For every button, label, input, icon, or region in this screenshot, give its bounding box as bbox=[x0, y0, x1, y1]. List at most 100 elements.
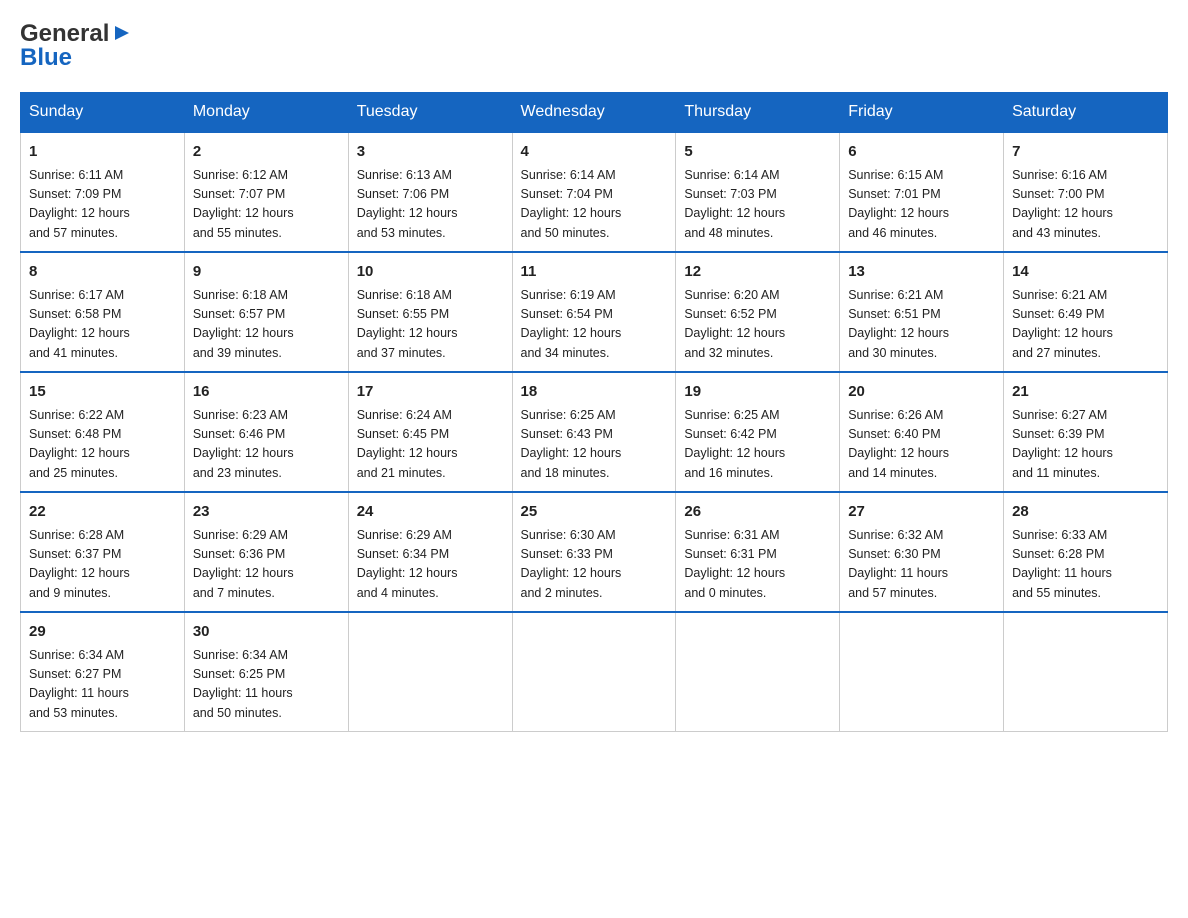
calendar-cell: 20Sunrise: 6:26 AMSunset: 6:40 PMDayligh… bbox=[840, 372, 1004, 492]
calendar-cell: 25Sunrise: 6:30 AMSunset: 6:33 PMDayligh… bbox=[512, 492, 676, 612]
calendar-cell bbox=[676, 612, 840, 732]
day-number: 3 bbox=[357, 141, 504, 164]
calendar-cell: 7Sunrise: 6:16 AMSunset: 7:00 PMDaylight… bbox=[1004, 132, 1168, 252]
day-number: 4 bbox=[521, 141, 668, 164]
day-info: Sunrise: 6:19 AMSunset: 6:54 PMDaylight:… bbox=[521, 286, 668, 364]
logo-blue-text: Blue bbox=[20, 44, 72, 72]
day-info: Sunrise: 6:26 AMSunset: 6:40 PMDaylight:… bbox=[848, 406, 995, 484]
calendar-table: SundayMondayTuesdayWednesdayThursdayFrid… bbox=[20, 92, 1168, 732]
calendar-cell: 10Sunrise: 6:18 AMSunset: 6:55 PMDayligh… bbox=[348, 252, 512, 372]
day-info: Sunrise: 6:29 AMSunset: 6:34 PMDaylight:… bbox=[357, 526, 504, 604]
day-info: Sunrise: 6:20 AMSunset: 6:52 PMDaylight:… bbox=[684, 286, 831, 364]
calendar-cell: 23Sunrise: 6:29 AMSunset: 6:36 PMDayligh… bbox=[184, 492, 348, 612]
calendar-cell: 17Sunrise: 6:24 AMSunset: 6:45 PMDayligh… bbox=[348, 372, 512, 492]
day-info: Sunrise: 6:25 AMSunset: 6:42 PMDaylight:… bbox=[684, 406, 831, 484]
calendar-cell: 9Sunrise: 6:18 AMSunset: 6:57 PMDaylight… bbox=[184, 252, 348, 372]
week-row-2: 8Sunrise: 6:17 AMSunset: 6:58 PMDaylight… bbox=[21, 252, 1168, 372]
day-info: Sunrise: 6:12 AMSunset: 7:07 PMDaylight:… bbox=[193, 166, 340, 244]
day-number: 17 bbox=[357, 381, 504, 404]
logo: General Blue bbox=[20, 20, 133, 72]
calendar-cell: 22Sunrise: 6:28 AMSunset: 6:37 PMDayligh… bbox=[21, 492, 185, 612]
calendar-cell: 24Sunrise: 6:29 AMSunset: 6:34 PMDayligh… bbox=[348, 492, 512, 612]
day-number: 29 bbox=[29, 621, 176, 644]
calendar-header-row: SundayMondayTuesdayWednesdayThursdayFrid… bbox=[21, 93, 1168, 133]
calendar-cell: 12Sunrise: 6:20 AMSunset: 6:52 PMDayligh… bbox=[676, 252, 840, 372]
day-number: 16 bbox=[193, 381, 340, 404]
day-info: Sunrise: 6:11 AMSunset: 7:09 PMDaylight:… bbox=[29, 166, 176, 244]
day-info: Sunrise: 6:27 AMSunset: 6:39 PMDaylight:… bbox=[1012, 406, 1159, 484]
day-info: Sunrise: 6:13 AMSunset: 7:06 PMDaylight:… bbox=[357, 166, 504, 244]
calendar-cell bbox=[1004, 612, 1168, 732]
day-info: Sunrise: 6:23 AMSunset: 6:46 PMDaylight:… bbox=[193, 406, 340, 484]
day-info: Sunrise: 6:24 AMSunset: 6:45 PMDaylight:… bbox=[357, 406, 504, 484]
day-number: 15 bbox=[29, 381, 176, 404]
day-info: Sunrise: 6:18 AMSunset: 6:57 PMDaylight:… bbox=[193, 286, 340, 364]
week-row-5: 29Sunrise: 6:34 AMSunset: 6:27 PMDayligh… bbox=[21, 612, 1168, 732]
day-number: 5 bbox=[684, 141, 831, 164]
calendar-cell bbox=[512, 612, 676, 732]
header-sunday: Sunday bbox=[21, 93, 185, 133]
calendar-cell: 2Sunrise: 6:12 AMSunset: 7:07 PMDaylight… bbox=[184, 132, 348, 252]
day-info: Sunrise: 6:31 AMSunset: 6:31 PMDaylight:… bbox=[684, 526, 831, 604]
day-info: Sunrise: 6:34 AMSunset: 6:27 PMDaylight:… bbox=[29, 646, 176, 724]
day-number: 27 bbox=[848, 501, 995, 524]
week-row-1: 1Sunrise: 6:11 AMSunset: 7:09 PMDaylight… bbox=[21, 132, 1168, 252]
day-info: Sunrise: 6:14 AMSunset: 7:04 PMDaylight:… bbox=[521, 166, 668, 244]
day-info: Sunrise: 6:29 AMSunset: 6:36 PMDaylight:… bbox=[193, 526, 340, 604]
day-number: 11 bbox=[521, 261, 668, 284]
day-number: 8 bbox=[29, 261, 176, 284]
header-thursday: Thursday bbox=[676, 93, 840, 133]
calendar-cell: 27Sunrise: 6:32 AMSunset: 6:30 PMDayligh… bbox=[840, 492, 1004, 612]
logo-arrow-icon bbox=[111, 22, 133, 44]
day-number: 26 bbox=[684, 501, 831, 524]
calendar-cell: 15Sunrise: 6:22 AMSunset: 6:48 PMDayligh… bbox=[21, 372, 185, 492]
calendar-cell: 1Sunrise: 6:11 AMSunset: 7:09 PMDaylight… bbox=[21, 132, 185, 252]
day-info: Sunrise: 6:16 AMSunset: 7:00 PMDaylight:… bbox=[1012, 166, 1159, 244]
day-info: Sunrise: 6:30 AMSunset: 6:33 PMDaylight:… bbox=[521, 526, 668, 604]
calendar-cell: 8Sunrise: 6:17 AMSunset: 6:58 PMDaylight… bbox=[21, 252, 185, 372]
day-info: Sunrise: 6:17 AMSunset: 6:58 PMDaylight:… bbox=[29, 286, 176, 364]
calendar-cell: 30Sunrise: 6:34 AMSunset: 6:25 PMDayligh… bbox=[184, 612, 348, 732]
day-number: 10 bbox=[357, 261, 504, 284]
calendar-cell: 5Sunrise: 6:14 AMSunset: 7:03 PMDaylight… bbox=[676, 132, 840, 252]
day-number: 21 bbox=[1012, 381, 1159, 404]
day-info: Sunrise: 6:34 AMSunset: 6:25 PMDaylight:… bbox=[193, 646, 340, 724]
day-number: 6 bbox=[848, 141, 995, 164]
week-row-4: 22Sunrise: 6:28 AMSunset: 6:37 PMDayligh… bbox=[21, 492, 1168, 612]
day-info: Sunrise: 6:21 AMSunset: 6:49 PMDaylight:… bbox=[1012, 286, 1159, 364]
calendar-cell: 18Sunrise: 6:25 AMSunset: 6:43 PMDayligh… bbox=[512, 372, 676, 492]
day-info: Sunrise: 6:15 AMSunset: 7:01 PMDaylight:… bbox=[848, 166, 995, 244]
calendar-cell: 11Sunrise: 6:19 AMSunset: 6:54 PMDayligh… bbox=[512, 252, 676, 372]
day-number: 25 bbox=[521, 501, 668, 524]
day-info: Sunrise: 6:33 AMSunset: 6:28 PMDaylight:… bbox=[1012, 526, 1159, 604]
day-info: Sunrise: 6:18 AMSunset: 6:55 PMDaylight:… bbox=[357, 286, 504, 364]
header-friday: Friday bbox=[840, 93, 1004, 133]
page-header: General Blue bbox=[20, 20, 1168, 72]
calendar-cell bbox=[840, 612, 1004, 732]
day-number: 23 bbox=[193, 501, 340, 524]
day-number: 18 bbox=[521, 381, 668, 404]
calendar-cell: 21Sunrise: 6:27 AMSunset: 6:39 PMDayligh… bbox=[1004, 372, 1168, 492]
calendar-cell: 6Sunrise: 6:15 AMSunset: 7:01 PMDaylight… bbox=[840, 132, 1004, 252]
day-number: 7 bbox=[1012, 141, 1159, 164]
day-number: 20 bbox=[848, 381, 995, 404]
day-number: 9 bbox=[193, 261, 340, 284]
calendar-cell bbox=[348, 612, 512, 732]
day-info: Sunrise: 6:25 AMSunset: 6:43 PMDaylight:… bbox=[521, 406, 668, 484]
day-number: 24 bbox=[357, 501, 504, 524]
day-number: 13 bbox=[848, 261, 995, 284]
calendar-cell: 26Sunrise: 6:31 AMSunset: 6:31 PMDayligh… bbox=[676, 492, 840, 612]
calendar-cell: 28Sunrise: 6:33 AMSunset: 6:28 PMDayligh… bbox=[1004, 492, 1168, 612]
day-info: Sunrise: 6:22 AMSunset: 6:48 PMDaylight:… bbox=[29, 406, 176, 484]
calendar-cell: 16Sunrise: 6:23 AMSunset: 6:46 PMDayligh… bbox=[184, 372, 348, 492]
calendar-cell: 14Sunrise: 6:21 AMSunset: 6:49 PMDayligh… bbox=[1004, 252, 1168, 372]
calendar-cell: 29Sunrise: 6:34 AMSunset: 6:27 PMDayligh… bbox=[21, 612, 185, 732]
calendar-cell: 3Sunrise: 6:13 AMSunset: 7:06 PMDaylight… bbox=[348, 132, 512, 252]
day-number: 28 bbox=[1012, 501, 1159, 524]
day-number: 19 bbox=[684, 381, 831, 404]
calendar-cell: 13Sunrise: 6:21 AMSunset: 6:51 PMDayligh… bbox=[840, 252, 1004, 372]
day-info: Sunrise: 6:32 AMSunset: 6:30 PMDaylight:… bbox=[848, 526, 995, 604]
calendar-cell: 19Sunrise: 6:25 AMSunset: 6:42 PMDayligh… bbox=[676, 372, 840, 492]
header-monday: Monday bbox=[184, 93, 348, 133]
header-saturday: Saturday bbox=[1004, 93, 1168, 133]
